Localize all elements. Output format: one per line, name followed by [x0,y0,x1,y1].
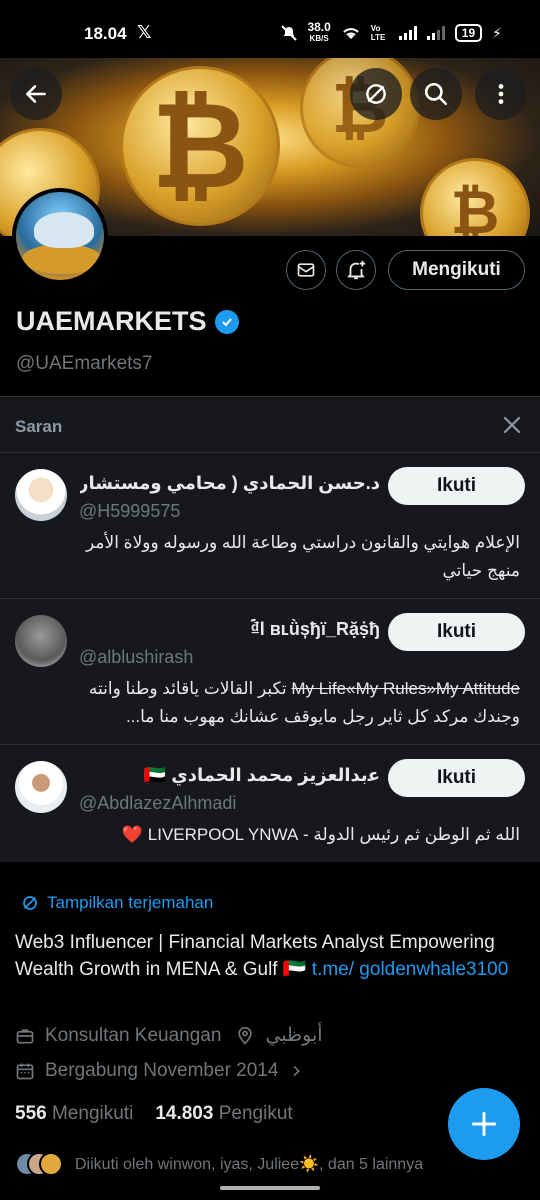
translate-link[interactable]: Tampilkan terjemahan [21,893,213,913]
suggestion-row[interactable]: ﻋبدالعزيز محمد الحمادي 🇦🇪 @AbdlazezAlhma… [0,745,540,861]
bio-strikethrough: My Life«My Rules»My Attitude [291,679,520,698]
mail-icon [297,263,315,277]
profile-bio: Web3 Influencer | Financial Markets Anal… [15,929,525,983]
avatar [39,1152,63,1176]
suggestion-avatar[interactable] [15,615,67,667]
suggestion-avatar[interactable] [15,761,67,813]
wifi-icon [343,28,359,39]
chevron-right-icon [293,1065,301,1077]
more-options-button[interactable] [475,68,527,120]
suggestion-handle: @AbdlazezAlhmadi [79,793,237,813]
verified-badge-icon[interactable] [214,309,239,334]
suggestion-name[interactable]: ﻋبدالعزيز محمد الحمادي 🇦🇪 [144,765,380,786]
battery-icon: 19 [454,24,483,42]
compose-button[interactable] [448,1088,520,1160]
suggestion-avatar[interactable] [15,469,67,521]
net-speed: 38.0 KB/S [307,20,331,43]
suggestion-bio: الله ثم الوطن ثم رئيس الدولة - LIVERPOOL… [121,825,520,844]
calendar-icon [16,1063,34,1080]
followers-count-link[interactable]: 14.803 Pengikut [155,1103,292,1125]
message-button[interactable] [286,250,326,290]
following-count-link[interactable]: 556 Mengikuti [15,1103,133,1125]
search-button[interactable] [410,68,462,120]
signal-icon [398,26,417,40]
bio-link[interactable]: t.me/ goldenwhale3100 [312,959,508,980]
close-icon[interactable] [500,413,524,437]
follow-button[interactable]: Ikuti [388,613,525,651]
profile-meta-category: Konsultan Keuangan أبوظبي [15,1024,323,1047]
suggestions-title: Saran [15,417,63,436]
category-text[interactable]: Konsultan Keuangan [45,1025,221,1047]
suggestion-handle: @H5999575 [79,501,181,521]
plus-icon [471,1111,497,1137]
suggestion-row[interactable]: ؐ₫l ʙʟǜșђї_Rặṩђ @alblushirash My Life«My… [0,599,540,745]
charging-icon: ⚡ [492,24,502,41]
follow-counts: 556 Mengikuti 14.803 Pengikut [15,1103,293,1125]
grok-translate-icon [23,896,37,910]
gesture-home-bar[interactable] [220,1186,320,1190]
location-pin-icon [238,1026,253,1045]
profile-meta-joined[interactable]: Bergabung November 2014 [15,1060,304,1082]
more-vertical-icon [498,84,504,104]
suggestions-header: Saran [0,397,540,453]
suggestion-bio: My Life«My Rules»My Attitude تكبر القالا… [79,675,520,731]
suggestion-row[interactable]: د.حسن الحمادي ( محامي ومستشار قا... @H59… [0,453,540,599]
suggestion-name[interactable]: ؐ₫l ʙʟǜșђї_Rặṩђ [250,619,380,640]
suggestions-panel: Saran د.حسن الحمادي ( محامي ومستشار قا..… [0,396,540,862]
arrow-left-icon [26,85,46,103]
profile-handle: @UAEmarkets7 [16,353,153,374]
bell-plus-icon [347,260,366,280]
follower-avatars [15,1152,63,1176]
profile-name: UAEMARKETS [16,306,239,337]
status-time: 18.04 [84,24,127,43]
profile-avatar[interactable] [12,188,108,284]
followed-by-text: Diikuti oleh winwon, iyas, Juliee☀️, dan… [75,1156,424,1173]
follow-button[interactable]: Ikuti [388,759,525,797]
suggestion-bio: الإعلام هوايتي والقانون دراستي وطاعة الل… [86,533,520,580]
following-button[interactable]: Mengikuti [388,250,525,290]
grok-button[interactable] [350,68,402,120]
suggestion-name[interactable]: د.حسن الحمادي ( محامي ومستشار قا... [80,473,380,494]
status-icons: 38.0 KB/S Vo LTE 19 ⚡ [281,20,502,44]
follow-button[interactable]: Ikuti [388,467,525,505]
followed-by-row[interactable]: Diikuti oleh winwon, iyas, Juliee☀️, dan… [15,1152,423,1176]
mute-icon [281,25,298,41]
volte-label: Vo LTE [370,24,386,42]
back-button[interactable] [10,68,62,120]
display-name: UAEMARKETS [16,306,207,336]
coin-image: ₿ [420,158,530,236]
location-text: أبوظبي [265,1025,323,1046]
search-icon [424,82,448,106]
notification-subscribe-button[interactable] [336,250,376,290]
grok-icon [366,84,386,104]
status-bar: 18.04 𝕏 38.0 KB/S Vo LTE 19 ⚡ [0,0,540,58]
suggestion-handle: @alblushirash [79,647,194,667]
x-logo-icon: 𝕏 [137,22,152,42]
briefcase-icon [16,1028,34,1043]
signal-icon-2 [426,26,445,40]
joined-text: Bergabung November 2014 [45,1060,279,1081]
bitcoin-coin-image: ₿ [120,66,280,226]
translate-label[interactable]: Tampilkan terjemahan [47,893,213,913]
